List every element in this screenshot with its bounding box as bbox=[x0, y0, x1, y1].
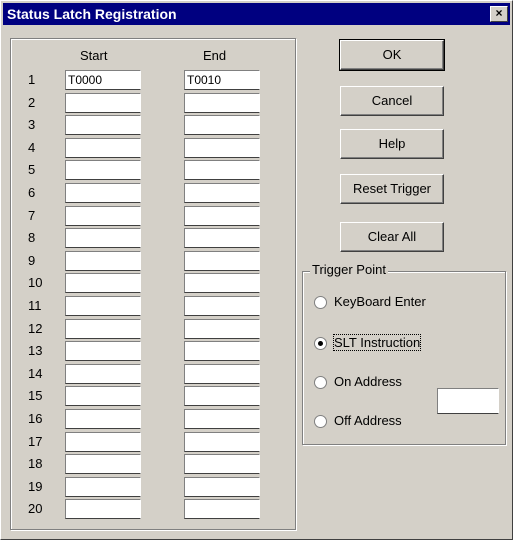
row-number: 17 bbox=[28, 434, 43, 449]
radio-keyboard-enter[interactable] bbox=[314, 296, 327, 309]
start-field-19[interactable] bbox=[65, 477, 141, 497]
end-field-18[interactable] bbox=[184, 454, 260, 474]
start-field-11[interactable] bbox=[65, 296, 141, 316]
start-field-6[interactable] bbox=[65, 183, 141, 203]
start-field-12[interactable] bbox=[65, 319, 141, 339]
cancel-button[interactable]: Cancel bbox=[340, 86, 444, 116]
start-field-16[interactable] bbox=[65, 409, 141, 429]
end-field-14[interactable] bbox=[184, 364, 260, 384]
row-number: 19 bbox=[28, 479, 43, 494]
row-number: 10 bbox=[28, 275, 43, 290]
end-field-13[interactable] bbox=[184, 341, 260, 361]
end-field-6[interactable] bbox=[184, 183, 260, 203]
ok-button[interactable]: OK bbox=[339, 39, 445, 71]
row-number: 13 bbox=[28, 343, 43, 358]
row-number: 1 bbox=[28, 72, 36, 87]
end-field-2[interactable] bbox=[184, 93, 260, 113]
address-input[interactable] bbox=[437, 388, 499, 414]
row-number: 15 bbox=[28, 388, 43, 403]
end-column-header: End bbox=[203, 48, 227, 63]
radio-slt-instruction[interactable] bbox=[314, 337, 327, 350]
start-field-7[interactable] bbox=[65, 206, 141, 226]
radio-on-address[interactable] bbox=[314, 376, 327, 389]
close-button[interactable]: × bbox=[490, 6, 508, 22]
label-on-address[interactable]: On Address bbox=[334, 374, 402, 389]
start-field-2[interactable] bbox=[65, 93, 141, 113]
reset-trigger-button[interactable]: Reset Trigger bbox=[340, 174, 444, 204]
start-field-18[interactable] bbox=[65, 454, 141, 474]
title-bar: Status Latch Registration × bbox=[3, 3, 510, 25]
row-number: 8 bbox=[28, 230, 36, 245]
start-field-15[interactable] bbox=[65, 386, 141, 406]
row-number: 4 bbox=[28, 140, 36, 155]
row-number: 18 bbox=[28, 456, 43, 471]
row-number: 7 bbox=[28, 208, 36, 223]
label-off-address[interactable]: Off Address bbox=[334, 413, 402, 428]
start-field-10[interactable] bbox=[65, 273, 141, 293]
end-field-19[interactable] bbox=[184, 477, 260, 497]
end-field-9[interactable] bbox=[184, 251, 260, 271]
start-field-4[interactable] bbox=[65, 138, 141, 158]
row-number: 2 bbox=[28, 95, 36, 110]
end-field-10[interactable] bbox=[184, 273, 260, 293]
row-number: 14 bbox=[28, 366, 43, 381]
end-field-3[interactable] bbox=[184, 115, 260, 135]
start-field-9[interactable] bbox=[65, 251, 141, 271]
trigger-point-legend: Trigger Point bbox=[310, 262, 388, 277]
start-field-5[interactable] bbox=[65, 160, 141, 180]
end-field-7[interactable] bbox=[184, 206, 260, 226]
clear-all-button[interactable]: Clear All bbox=[340, 222, 444, 252]
row-number: 20 bbox=[28, 501, 43, 516]
row-number: 16 bbox=[28, 411, 43, 426]
start-field-8[interactable] bbox=[65, 228, 141, 248]
row-number: 9 bbox=[28, 253, 36, 268]
end-field-12[interactable] bbox=[184, 319, 260, 339]
row-number: 5 bbox=[28, 162, 36, 177]
dialog-title: Status Latch Registration bbox=[7, 6, 177, 22]
start-field-20[interactable] bbox=[65, 499, 141, 519]
row-number: 11 bbox=[28, 298, 42, 313]
end-field-16[interactable] bbox=[184, 409, 260, 429]
start-field-17[interactable] bbox=[65, 432, 141, 452]
radio-off-address[interactable] bbox=[314, 415, 327, 428]
help-button[interactable]: Help bbox=[340, 129, 444, 159]
start-field-14[interactable] bbox=[65, 364, 141, 384]
end-field-8[interactable] bbox=[184, 228, 260, 248]
end-field-15[interactable] bbox=[184, 386, 260, 406]
row-number: 12 bbox=[28, 321, 43, 336]
end-field-5[interactable] bbox=[184, 160, 260, 180]
row-number: 3 bbox=[28, 117, 36, 132]
end-field-4[interactable] bbox=[184, 138, 260, 158]
start-field-13[interactable] bbox=[65, 341, 141, 361]
label-keyboard-enter[interactable]: KeyBoard Enter bbox=[334, 294, 426, 309]
start-field-1[interactable]: T0000 bbox=[65, 70, 141, 90]
start-field-3[interactable] bbox=[65, 115, 141, 135]
end-field-17[interactable] bbox=[184, 432, 260, 452]
row-number: 6 bbox=[28, 185, 36, 200]
end-field-11[interactable] bbox=[184, 296, 260, 316]
end-field-1[interactable]: T0010 bbox=[184, 70, 260, 90]
label-slt-instruction[interactable]: SLT Instruction bbox=[332, 334, 422, 351]
start-column-header: Start bbox=[80, 48, 108, 63]
end-field-20[interactable] bbox=[184, 499, 260, 519]
